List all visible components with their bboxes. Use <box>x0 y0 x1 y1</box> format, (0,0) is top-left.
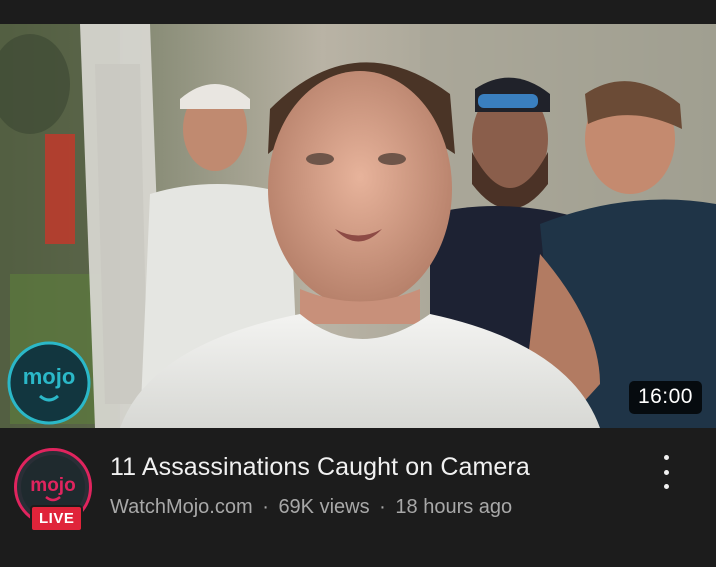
upload-age: 18 hours ago <box>395 496 513 518</box>
video-thumbnail[interactable]: mojo 16:00 <box>0 24 716 428</box>
menu-dot <box>663 469 669 475</box>
meta-separator: · <box>262 496 269 518</box>
mojo-logo-icon: mojo <box>30 475 76 502</box>
duration-badge: 16:00 <box>628 381 702 414</box>
mojo-watermark-logo: mojo <box>7 341 91 425</box>
menu-dot <box>663 455 669 460</box>
channel-avatar[interactable]: mojo LIVE <box>14 448 96 534</box>
menu-dot <box>663 484 669 489</box>
video-card[interactable]: mojo 16:00 mojo LIVE 11 Assassinations C… <box>0 0 716 567</box>
avatar-logo-text: mojo <box>30 475 75 496</box>
mojo-watermark-text: mojo <box>23 364 76 389</box>
meta-separator: · <box>379 496 386 518</box>
view-count: 69K views <box>278 496 370 518</box>
thumbnail-image <box>0 24 716 428</box>
live-badge: LIVE <box>30 505 84 532</box>
channel-name[interactable]: WatchMojo.com <box>110 496 253 518</box>
video-title[interactable]: 11 Assassinations Caught on Camera <box>110 453 530 482</box>
more-vert-icon[interactable] <box>652 455 680 489</box>
video-metadata: WatchMojo.com · 69K views · 18 hours ago <box>110 496 512 519</box>
